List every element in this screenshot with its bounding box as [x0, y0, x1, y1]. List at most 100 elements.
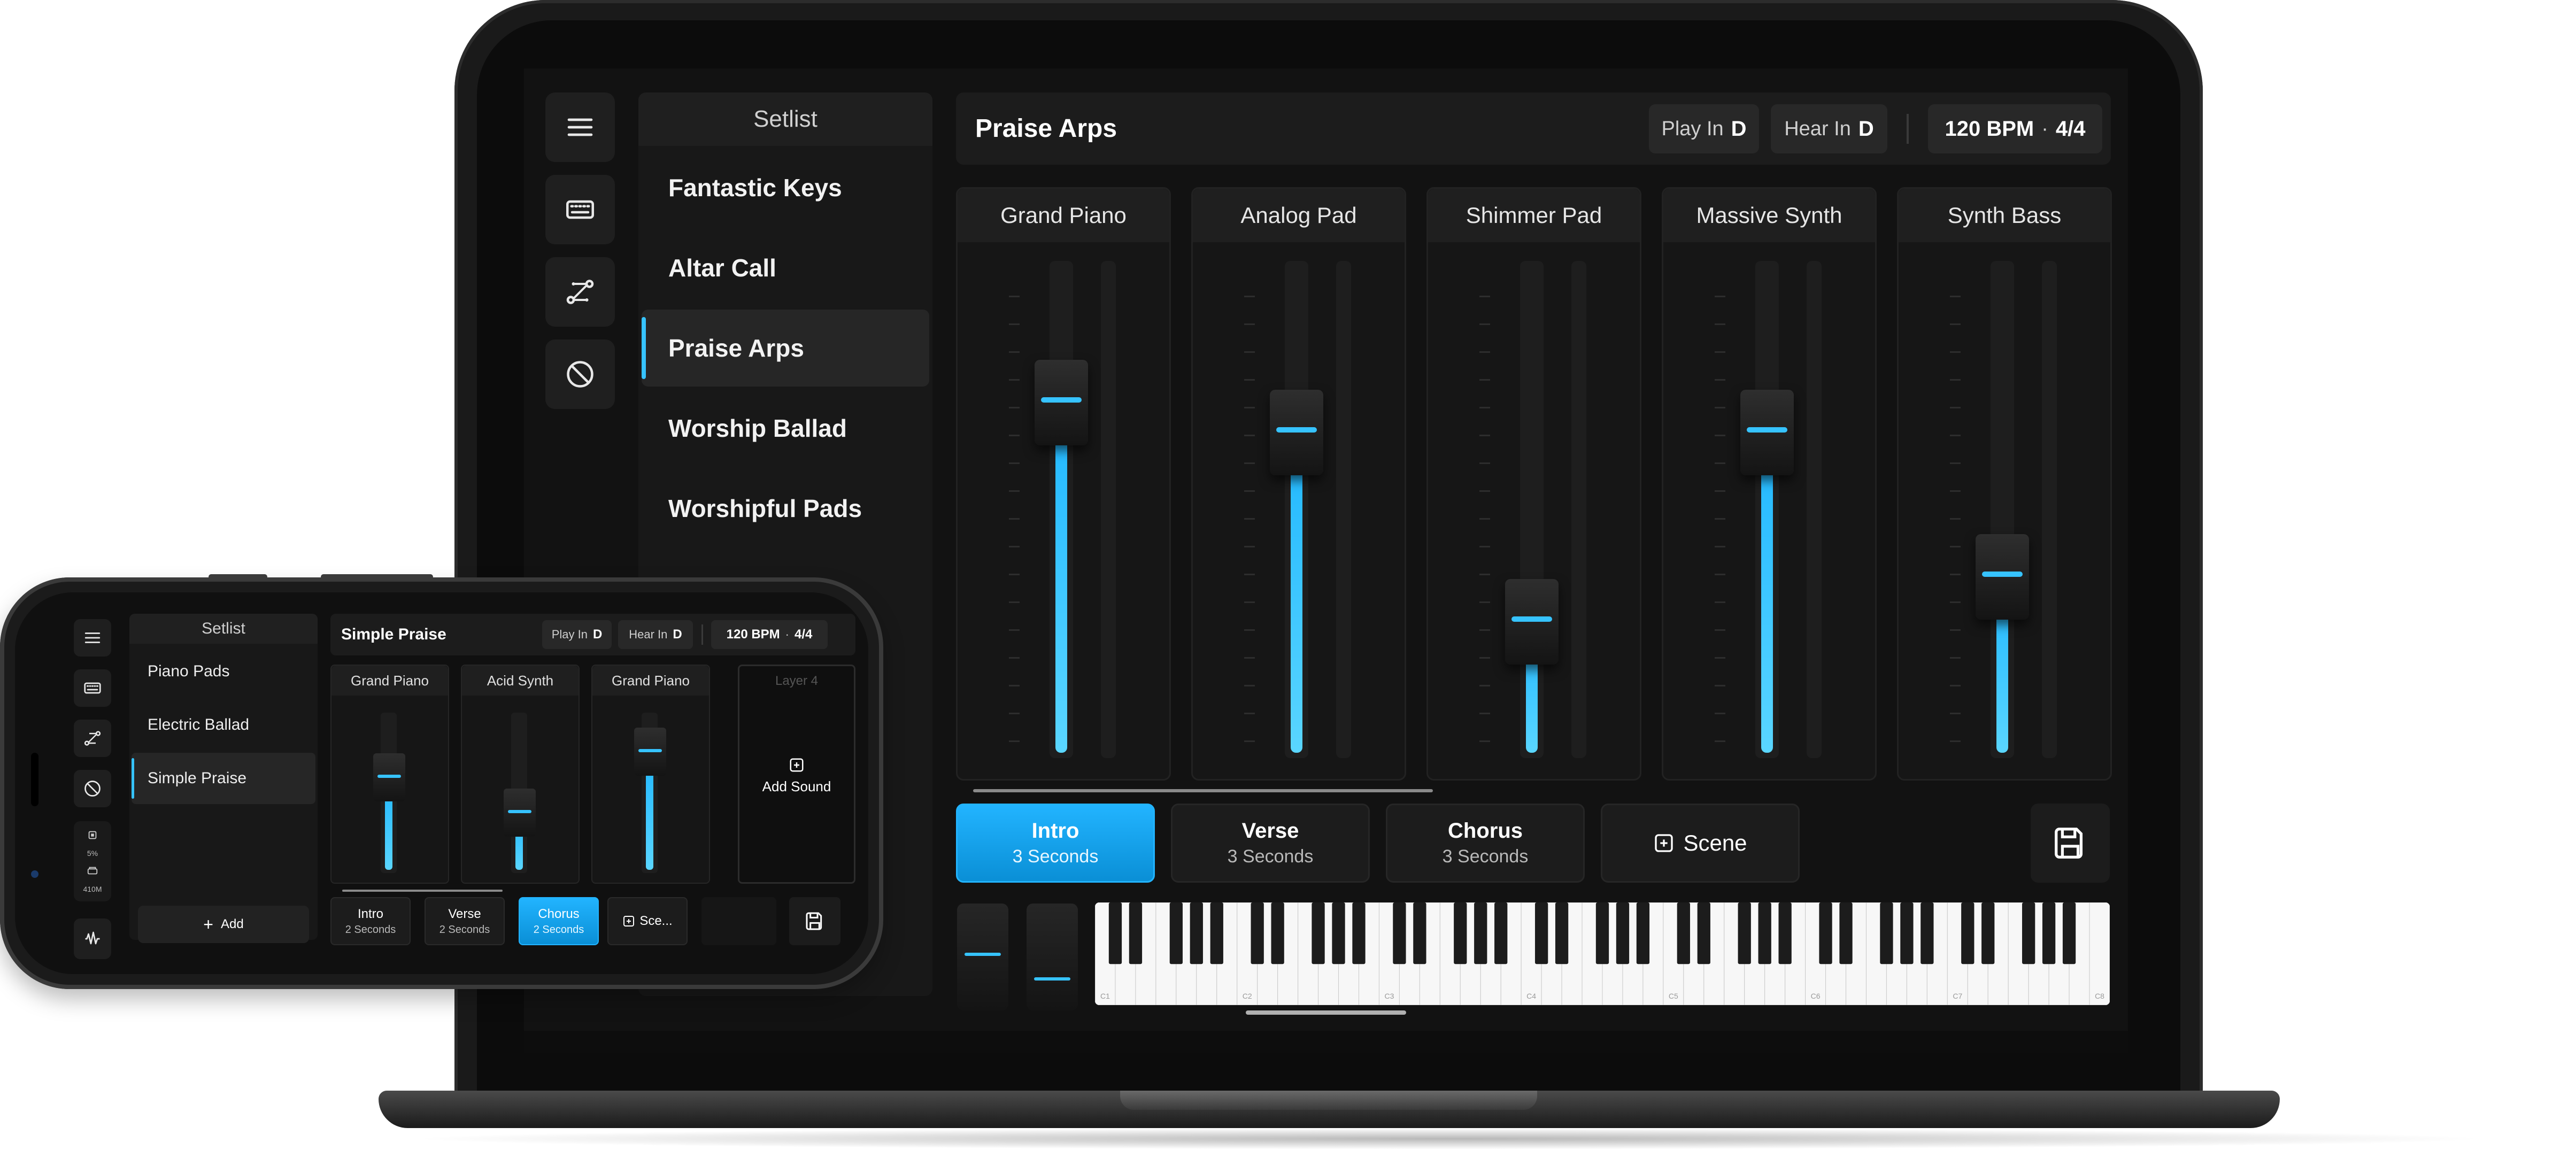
setlist-title: Setlist: [638, 92, 932, 146]
plus-square-icon: [790, 758, 804, 772]
fader-scale: [1244, 296, 1255, 745]
black-key[interactable]: [1332, 902, 1345, 964]
black-key[interactable]: [1778, 902, 1792, 964]
channel-name: Synth Bass: [1899, 189, 2110, 242]
tempo-button[interactable]: 120 BPM · 4/4: [1928, 104, 2102, 153]
keyboard-scroll-indicator[interactable]: [1246, 1010, 1406, 1015]
routing-button[interactable]: [74, 720, 111, 757]
black-key[interactable]: [1393, 902, 1406, 964]
play-in-key-button[interactable]: Play In D: [542, 620, 612, 649]
add-song-button[interactable]: + Add: [138, 906, 309, 943]
scene-button-verse[interactable]: Verse 3 Seconds: [1171, 804, 1370, 883]
black-key[interactable]: [1312, 902, 1325, 964]
octave-label: C2: [1243, 992, 1252, 1000]
panic-button[interactable]: [74, 770, 111, 807]
black-key[interactable]: [1819, 902, 1832, 964]
channel-strip: Grand Piano: [591, 665, 710, 884]
setlist-item[interactable]: Electric Ballad: [132, 699, 315, 751]
fader-handle[interactable]: [504, 789, 536, 837]
black-key[interactable]: [2062, 902, 2076, 964]
fader-level-fill: [1291, 430, 1302, 753]
block-icon: [84, 781, 101, 797]
black-key[interactable]: [1534, 902, 1548, 964]
add-scene-button[interactable]: Scene: [1601, 804, 1800, 883]
channel-strip: Grand Piano: [330, 665, 449, 884]
black-key[interactable]: [1251, 902, 1264, 964]
mod-wheel[interactable]: [1027, 904, 1078, 1010]
black-key[interactable]: [1190, 902, 1203, 964]
setlist-item-active[interactable]: Praise Arps: [642, 310, 929, 387]
black-key[interactable]: [1921, 902, 1934, 964]
cpu-usage: 5%: [87, 848, 98, 858]
black-key[interactable]: [1352, 902, 1366, 964]
fader-handle[interactable]: [1035, 360, 1088, 446]
fader-handle[interactable]: [1270, 390, 1323, 476]
routing-button[interactable]: [545, 257, 615, 327]
piano-keyboard[interactable]: C1 C2 C3 C4 C5 C6 C7 C8: [1095, 902, 2110, 1005]
song-header: Praise Arps Play In D Hear In D 120 BPM …: [956, 92, 2111, 165]
play-in-key-button[interactable]: Play In D: [1649, 104, 1759, 153]
menu-button[interactable]: [545, 92, 615, 162]
black-key[interactable]: [2022, 902, 2035, 964]
black-key[interactable]: [1636, 902, 1650, 964]
hear-in-key-button[interactable]: Hear In D: [1771, 104, 1887, 153]
tempo-button[interactable]: 120 BPM · 4/4: [711, 620, 828, 649]
left-rail: [545, 92, 615, 422]
black-key[interactable]: [1555, 902, 1569, 964]
fader-handle[interactable]: [1976, 534, 2029, 620]
panic-button[interactable]: [545, 339, 615, 409]
black-key[interactable]: [1758, 902, 1771, 964]
white-key[interactable]: [2089, 902, 2110, 1005]
channels-scrollbar[interactable]: [342, 890, 503, 892]
black-key[interactable]: [1738, 902, 1751, 964]
phone-volume-button: [209, 574, 267, 580]
empty-layer-slot[interactable]: Layer 4 Add Sound: [738, 665, 855, 884]
channels-scrollbar[interactable]: [973, 789, 1433, 792]
save-button[interactable]: [2031, 804, 2110, 883]
setlist-item[interactable]: Altar Call: [642, 229, 929, 306]
setlist-item[interactable]: Worshipful Pads: [642, 470, 929, 547]
keyboard-view-button[interactable]: [545, 175, 615, 244]
setlist-item[interactable]: Fantastic Keys: [642, 149, 929, 226]
black-key[interactable]: [1697, 902, 1710, 964]
fader-handle[interactable]: [373, 753, 405, 801]
black-key[interactable]: [1413, 902, 1426, 964]
fader-handle[interactable]: [634, 728, 666, 776]
scene-button-verse[interactable]: Verse 2 Seconds: [425, 897, 505, 945]
scene-button-intro[interactable]: Intro 2 Seconds: [330, 897, 411, 945]
pitch-bend-wheel[interactable]: [957, 904, 1008, 1010]
black-key[interactable]: [1880, 902, 1893, 964]
add-scene-button[interactable]: Sce...: [607, 897, 688, 945]
black-key[interactable]: [1961, 902, 1975, 964]
black-key[interactable]: [1981, 902, 1995, 964]
black-key[interactable]: [1474, 902, 1487, 964]
black-key[interactable]: [1129, 902, 1143, 964]
black-key[interactable]: [1595, 902, 1609, 964]
black-key[interactable]: [1900, 902, 1914, 964]
black-key[interactable]: [1169, 902, 1183, 964]
tempo-value: 120 BPM: [726, 627, 780, 642]
hear-in-key-button[interactable]: Hear In D: [618, 620, 693, 649]
black-key[interactable]: [1677, 902, 1690, 964]
setlist-item-active[interactable]: Simple Praise: [132, 753, 315, 804]
scene-button-chorus[interactable]: Chorus 2 Seconds: [519, 897, 599, 945]
black-key[interactable]: [2042, 902, 2056, 964]
scene-button-chorus[interactable]: Chorus 3 Seconds: [1386, 804, 1585, 883]
setlist-item[interactable]: Worship Ballad: [642, 390, 929, 467]
setlist-item[interactable]: Piano Pads: [132, 646, 315, 697]
save-button[interactable]: [789, 897, 840, 945]
screen-bottom-strip: [524, 1031, 2128, 1053]
waveform-button[interactable]: [74, 918, 111, 959]
black-key[interactable]: [1839, 902, 1853, 964]
fader-handle[interactable]: [1740, 390, 1794, 476]
black-key[interactable]: [1210, 902, 1223, 964]
fader-handle[interactable]: [1505, 578, 1559, 665]
black-key[interactable]: [1454, 902, 1467, 964]
scene-button-intro[interactable]: Intro 3 Seconds: [956, 804, 1155, 883]
keyboard-view-button[interactable]: [74, 669, 111, 707]
black-key[interactable]: [1108, 902, 1122, 964]
menu-button[interactable]: [74, 619, 111, 657]
black-key[interactable]: [1271, 902, 1284, 964]
black-key[interactable]: [1494, 902, 1508, 964]
black-key[interactable]: [1616, 902, 1630, 964]
